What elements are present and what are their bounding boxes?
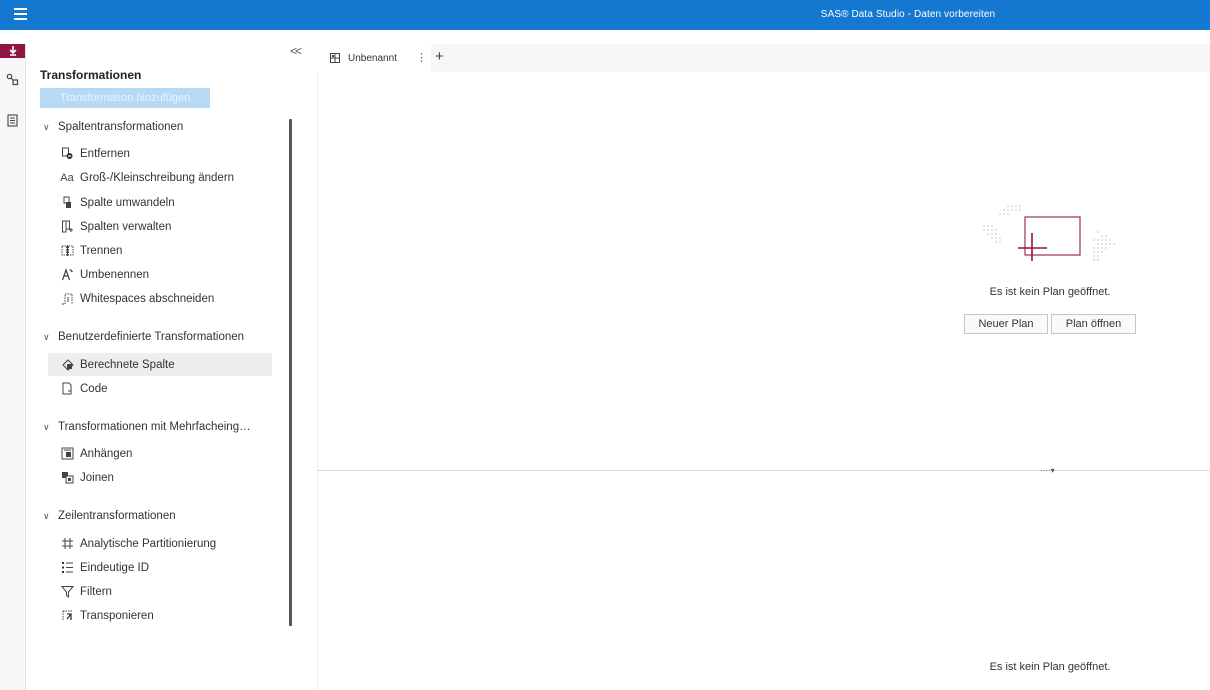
manage-columns-icon	[60, 220, 74, 234]
append-icon	[60, 447, 74, 461]
group-column-transformations[interactable]: ∨ Spaltentransformationen	[43, 121, 183, 133]
unique-id-icon	[60, 561, 74, 575]
chevron-down-icon: ∨	[43, 421, 50, 432]
group-custom-transformations[interactable]: ∨ Benutzerdefinierte Transformationen	[43, 331, 244, 343]
chevron-down-icon: ∨	[43, 510, 50, 521]
convert-column-icon	[60, 196, 74, 210]
remove-column-icon	[60, 147, 74, 161]
rail-item-transformations[interactable]	[0, 44, 25, 58]
left-rail	[0, 44, 26, 690]
group-multi-input-transformations[interactable]: ∨ Transformationen mit Mehrfacheing…	[43, 421, 251, 433]
tab-menu-icon[interactable]: ⋮	[416, 51, 427, 64]
item-append[interactable]: Anhängen	[48, 442, 272, 465]
rail-item-details[interactable]	[0, 111, 25, 129]
partition-icon	[60, 537, 74, 551]
trim-whitespace-icon	[60, 292, 74, 306]
bottom-empty-message: Es ist kein Plan geöffnet.	[989, 661, 1111, 673]
panel-title: Transformationen	[40, 68, 142, 82]
tab-bar: Unbenannt ⋮ +	[317, 44, 1210, 72]
rail-item-connections[interactable]	[0, 70, 25, 88]
app-title: SAS® Data Studio - Daten vorbereiten	[820, 9, 996, 20]
details-icon	[7, 113, 18, 127]
details-pane	[317, 471, 1210, 690]
collapse-panel-icon[interactable]: <<	[290, 44, 302, 58]
rename-icon	[60, 268, 74, 282]
item-rename[interactable]: Umbenennen	[48, 263, 272, 286]
item-unique-id[interactable]: Eindeutige ID	[48, 556, 272, 579]
hamburger-menu-icon[interactable]	[14, 8, 27, 21]
plan-canvas	[317, 72, 1210, 470]
panel-scrollbar[interactable]	[289, 119, 292, 626]
empty-plan-message: Es ist kein Plan geöffnet.	[989, 286, 1111, 298]
chevron-down-icon: ∨	[43, 331, 50, 342]
text-case-icon: Aa	[60, 171, 74, 184]
split-icon	[60, 244, 74, 258]
add-tab-button[interactable]: +	[435, 48, 444, 65]
add-transformation-button[interactable]: Transformation hinzufügen	[40, 88, 210, 108]
new-plan-button[interactable]: Neuer Plan	[964, 314, 1048, 334]
item-convert-column[interactable]: Spalte umwandeln	[48, 191, 272, 214]
header-gap	[0, 30, 1210, 44]
code-icon	[60, 382, 74, 396]
item-code[interactable]: Code	[48, 377, 272, 400]
empty-plan-illustration-icon	[983, 205, 1115, 261]
transform-icon	[8, 46, 17, 56]
item-manage-columns[interactable]: Spalten verwalten	[48, 215, 272, 238]
chevron-down-icon: ∨	[43, 121, 50, 132]
item-filter[interactable]: Filtern	[48, 580, 272, 603]
item-analytic-partitioning[interactable]: Analytische Partitionierung	[48, 532, 272, 555]
transpose-icon	[60, 609, 74, 623]
item-split[interactable]: Trennen	[48, 239, 272, 262]
connections-icon	[6, 73, 19, 85]
app-header: SAS® Data Studio - Daten vorbereiten	[0, 0, 1210, 30]
item-remove[interactable]: Entfernen	[48, 142, 272, 165]
group-row-transformations[interactable]: ∨ Zeilentransformationen	[43, 510, 176, 522]
open-plan-button[interactable]: Plan öffnen	[1051, 314, 1136, 334]
item-join[interactable]: Joinen	[48, 466, 272, 489]
tab-label: Unbenannt	[348, 52, 397, 64]
item-change-case[interactable]: Aa Groß-/Kleinschreibung ändern	[48, 166, 272, 189]
transformations-panel: << Transformationen Transformation hinzu…	[26, 44, 308, 690]
item-transpose[interactable]: Transponieren	[48, 604, 272, 627]
item-trim-whitespace[interactable]: Whitespaces abschneiden	[48, 287, 272, 310]
plan-grid-icon	[330, 53, 340, 63]
join-icon	[60, 471, 74, 485]
item-calculated-column[interactable]: Berechnete Spalte	[48, 353, 272, 376]
tab-unbenannt[interactable]: Unbenannt ⋮	[317, 44, 431, 72]
filter-icon	[60, 585, 74, 599]
calculated-column-icon	[60, 358, 74, 372]
